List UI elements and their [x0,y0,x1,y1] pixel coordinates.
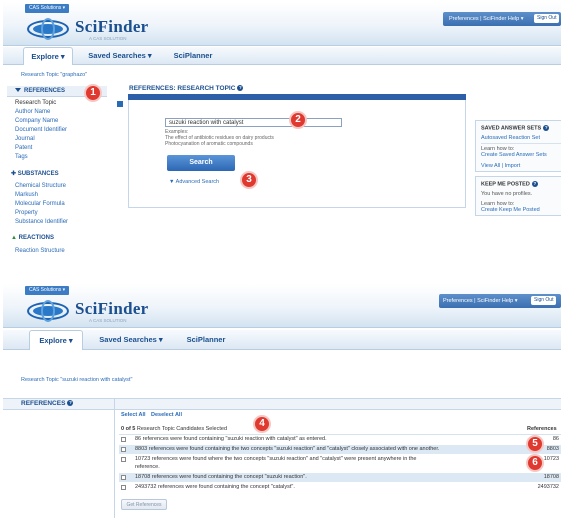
sidebar-item-tags[interactable]: Tags [15,154,28,160]
sidebar-item-markush[interactable]: Markush [15,192,38,198]
sidebar-item-patent[interactable]: Patent [15,145,32,151]
sidebar-item-research-topic[interactable]: Research Topic [15,100,56,106]
scifinder-logo-icon [27,300,73,322]
scifinder-logo-text: SciFinder [75,299,149,318]
advanced-search-link[interactable]: ▼ Advanced Search [169,179,219,185]
sidebar-item-company-name[interactable]: Company Name [15,118,58,124]
view-all-import-links[interactable]: View All | Import [481,163,520,169]
tab-explore[interactable]: Explore ▾ [29,330,83,350]
sidebar-item-property[interactable]: Property [15,210,38,216]
cas-solutions-menu[interactable]: CAS Solutions ▾ [25,286,70,295]
logo-subtitle: A CAS SOLUTION [89,36,127,41]
example-text-2: Photocyanation of aromatic compounds [165,141,253,147]
candidate-checkbox[interactable] [121,447,126,452]
candidate-row[interactable]: 86 references were found containing "suz… [119,435,561,444]
callout-badge-3: 3 [240,171,258,189]
references-label: REFERENCES? [21,400,74,407]
keep-me-posted-box: KEEP ME POSTED? You have no profiles. Le… [475,176,561,216]
sidebar-item-author-name[interactable]: Author Name [15,109,50,115]
candidate-row[interactable]: 10723 references were found where the tw… [119,455,561,472]
candidate-checkbox[interactable] [121,457,126,462]
divider [481,143,561,144]
sidebar-item-substance-identifier[interactable]: Substance Identifier [15,219,68,225]
candidate-row[interactable]: 18708 references were found containing t… [119,473,561,482]
sidebar-item-document-identifier[interactable]: Document Identifier [15,127,67,133]
research-topic-breadcrumb[interactable]: Research Topic "suzuki reaction with cat… [21,377,132,383]
callout-badge-6: 6 [526,454,544,472]
references-column-header: References [527,426,557,432]
callout-badge-5: 5 [526,435,544,453]
main-nav: Explore ▾ Saved Searches ▾ SciPlanner [3,47,561,65]
deselect-all-link[interactable]: Deselect All [151,412,182,418]
header-bar: CAS Solutions ▾ SciFinder A CAS SOLUTION… [3,284,561,328]
tab-saved-searches[interactable]: Saved Searches ▾ [89,330,173,350]
no-profiles-text: You have no profiles. [481,191,533,197]
tab-explore[interactable]: Explore ▾ [23,47,73,65]
callout-badge-2: 2 [289,111,307,129]
search-button[interactable]: Search [167,155,235,171]
candidate-checkbox[interactable] [121,437,126,442]
help-icon[interactable]: ? [543,125,550,131]
tab-saved-searches[interactable]: Saved Searches ▾ [79,47,161,65]
logo-subtitle: A CAS SOLUTION [89,318,127,323]
saved-answer-sets-box: SAVED ANSWER SETS? Autosaved Reaction Se… [475,120,561,172]
tab-sciplanner[interactable]: SciPlanner [179,330,233,350]
create-saved-answer-sets-link[interactable]: Create Saved Answer Sets [481,152,547,158]
panel-title: REFERENCES: RESEARCH TOPIC? [129,85,244,92]
candidate-row[interactable]: 8803 references were found containing th… [119,445,561,454]
candidate-checkbox[interactable] [121,475,126,480]
collapse-icon [15,88,21,92]
search-input[interactable]: suzuki reaction with catalyst [165,118,342,127]
main-nav: Explore ▾ Saved Searches ▾ SciPlanner [3,330,561,350]
screenshot-research-topic-search: CAS Solutions ▾ SciFinder A CAS SOLUTION… [3,2,561,263]
callout-badge-1: 1 [84,84,102,102]
saved-answer-sets-title: SAVED ANSWER SETS? [481,125,550,132]
help-icon[interactable]: ? [531,181,538,187]
keep-me-posted-title: KEEP ME POSTED? [481,181,538,188]
select-all-link[interactable]: Select All [121,412,146,418]
top-links[interactable]: Preferences | SciFinder Help ▾ [449,16,524,22]
scifinder-logo-text: SciFinder [75,17,149,36]
scifinder-logo-icon [27,18,73,40]
sidebar-item-chemical-structure[interactable]: Chemical Structure [15,183,66,189]
reactions-section-header[interactable]: ▲ REACTIONS [11,235,54,241]
substances-section-header[interactable]: ✚ SUBSTANCES [11,170,59,177]
get-references-button[interactable]: Get References [121,499,167,510]
screenshot-research-topic-candidates: CAS Solutions ▾ SciFinder A CAS SOLUTION… [3,284,561,518]
callout-badge-4: 4 [253,415,271,433]
sidebar-item-molecular-formula[interactable]: Molecular Formula [15,201,65,207]
top-links[interactable]: Preferences | SciFinder Help ▾ [443,298,518,304]
help-icon[interactable]: ? [67,400,74,407]
sidebar-item-reaction-structure[interactable]: Reaction Structure [15,248,65,254]
candidate-checkbox[interactable] [121,485,126,490]
expand-icon: ▼ [169,179,176,185]
tab-sciplanner[interactable]: SciPlanner [167,47,219,65]
candidates-selected-status: 0 of 5 Research Topic Candidates Selecte… [121,426,227,432]
create-keep-me-posted-link[interactable]: Create Keep Me Posted [481,207,540,213]
help-icon[interactable]: ? [237,85,244,92]
sidebar-item-journal[interactable]: Journal [15,136,35,142]
cas-solutions-menu[interactable]: CAS Solutions ▾ [25,4,70,13]
sign-out-button[interactable]: Sign Out [534,14,560,23]
research-topic-breadcrumb[interactable]: Research Topic "graphazo" [21,72,87,78]
autosaved-reaction-set-link[interactable]: Autosaved Reaction Set [481,135,540,141]
sign-out-button[interactable]: Sign Out [531,296,557,305]
left-column [3,398,115,518]
active-item-marker [117,101,123,107]
header-bar: CAS Solutions ▾ SciFinder A CAS SOLUTION… [3,2,561,46]
candidate-row[interactable]: 2493732 references were found containing… [119,483,561,492]
